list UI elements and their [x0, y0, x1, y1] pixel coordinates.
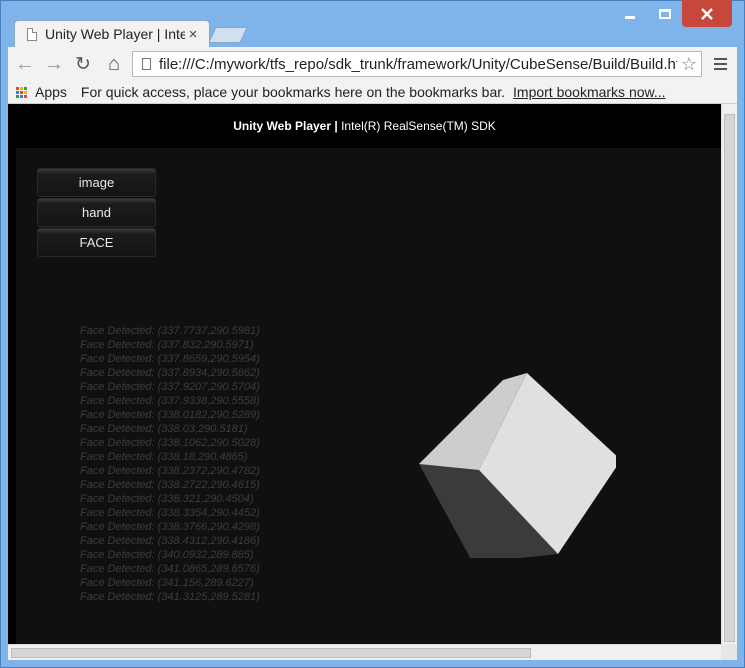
menu-bar-icon	[713, 58, 727, 60]
bookmarks-bar: Apps For quick access, place your bookma…	[8, 81, 737, 104]
page-icon	[27, 27, 37, 41]
log-line: Face Detected: (337.8659,290.5954)	[80, 353, 260, 365]
log-line: Face Detected: (337.9338,290.5558)	[80, 395, 260, 407]
log-line: Face Detected: (338.0182,290.5289)	[80, 409, 260, 421]
apps-shortcut[interactable]: Apps	[35, 84, 67, 100]
log-line: Face Detected: (338.3354,290.4452)	[80, 507, 260, 519]
browser-tab[interactable]: Unity Web Player | Intel(R) RealSense(TM…	[14, 20, 210, 47]
unity-player-canvas[interactable]: image hand FACE Face Detected: (337.7737…	[16, 148, 721, 644]
vertical-scroll-thumb[interactable]	[724, 114, 735, 642]
reload-button[interactable]: ↻	[70, 52, 96, 76]
browser-toolbar: ← → ↻ ⌂ file:///C:/mywork/tfs_repo/sdk_t…	[8, 47, 737, 81]
maximize-button[interactable]	[648, 0, 682, 27]
image-button[interactable]: image	[37, 168, 156, 197]
log-line: Face Detected: (341.0865,289.6576)	[80, 563, 260, 575]
log-line: Face Detected: (338.03,290.5181)	[80, 423, 248, 435]
page-viewport: Unity Web Player | Intel(R) RealSense(TM…	[8, 104, 721, 644]
chrome-menu-button[interactable]	[708, 52, 732, 76]
apps-grid-icon	[16, 86, 27, 98]
log-line: Face Detected: (337.8934,290.5862)	[80, 367, 260, 379]
minimize-icon	[625, 16, 635, 19]
rotating-cube	[419, 373, 616, 558]
hand-button[interactable]: hand	[37, 198, 156, 227]
log-line: Face Detected: (341.3125,289.5281)	[80, 591, 260, 603]
face-button[interactable]: FACE	[37, 228, 156, 257]
log-line: Face Detected: (340.0932,289.885)	[80, 549, 254, 561]
horizontal-scrollbar[interactable]	[8, 644, 721, 660]
log-line: Face Detected: (338.18,290.4865)	[80, 451, 248, 463]
tab-title: Unity Web Player | Intel(R) RealSense(TM…	[45, 26, 185, 42]
file-icon	[142, 58, 151, 70]
close-window-button[interactable]	[682, 0, 732, 27]
menu-bar-icon	[713, 63, 727, 65]
maximize-icon	[659, 8, 671, 19]
log-line: Face Detected: (338.4312,290.4186)	[80, 535, 260, 547]
log-line: Face Detected: (338.1062,290.5028)	[80, 437, 260, 449]
header-title: Unity Web Player |	[233, 119, 338, 133]
log-line: Face Detected: (338.3766,290.4298)	[80, 521, 260, 533]
header-subtitle: Intel(R) RealSense(TM) SDK	[337, 119, 496, 133]
home-button[interactable]: ⌂	[101, 52, 127, 76]
page-header: Unity Web Player | Intel(R) RealSense(TM…	[8, 104, 721, 148]
back-button[interactable]: ←	[12, 52, 38, 76]
menu-bar-icon	[713, 68, 727, 70]
minimize-button[interactable]	[611, 0, 649, 27]
log-line: Face Detected: (341.156,289.6227)	[80, 577, 254, 589]
log-line: Face Detected: (338.321,290.4504)	[80, 493, 254, 505]
log-line: Face Detected: (338.2722,290.4615)	[80, 479, 260, 491]
tab-close-icon[interactable]: ×	[185, 26, 201, 43]
forward-button[interactable]: →	[41, 52, 67, 76]
address-bar[interactable]: file:///C:/mywork/tfs_repo/sdk_trunk/fra…	[132, 51, 702, 77]
bookmarks-hint: For quick access, place your bookmarks h…	[80, 84, 506, 100]
horizontal-scroll-thumb[interactable]	[11, 648, 531, 658]
log-line: Face Detected: (337.9207,290.5704)	[80, 381, 260, 393]
log-line: Face Detected: (337.7737,290.5981)	[80, 325, 260, 337]
bookmark-star-icon[interactable]: ☆	[677, 54, 701, 75]
log-line: Face Detected: (338.2372,290.4782)	[80, 465, 260, 477]
vertical-scrollbar[interactable]	[721, 104, 737, 644]
close-icon	[701, 7, 713, 20]
scrollbar-corner	[721, 644, 737, 660]
url-text[interactable]: file:///C:/mywork/tfs_repo/sdk_trunk/fra…	[159, 56, 677, 73]
import-bookmarks-link[interactable]: Import bookmarks now...	[513, 84, 666, 100]
log-line: Face Detected: (337.832,290.5971)	[80, 339, 254, 351]
